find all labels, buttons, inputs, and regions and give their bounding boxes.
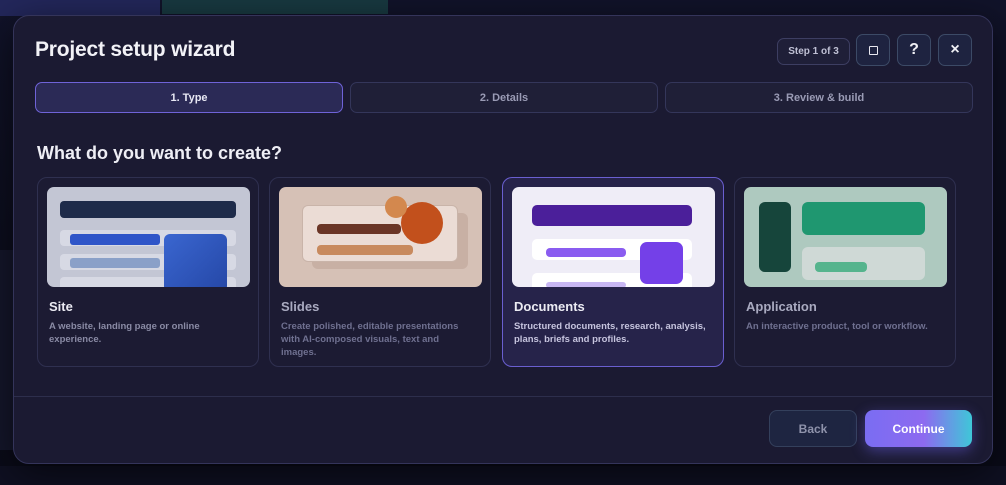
option-card-site[interactable]: Site A website, landing page or online e…	[37, 177, 259, 367]
background-strip	[0, 0, 160, 16]
maximize-button[interactable]	[856, 34, 890, 66]
option-card-slides[interactable]: Slides Create polished, editable present…	[269, 177, 491, 367]
option-title: Application	[746, 299, 817, 314]
section-heading: What do you want to create?	[37, 143, 283, 163]
option-card-documents[interactable]: Documents Structured documents, research…	[502, 177, 724, 367]
option-title: Slides	[281, 299, 320, 314]
footer-divider	[14, 396, 992, 397]
dialog-title: Project setup wizard	[35, 38, 236, 61]
background-panel	[0, 466, 1006, 485]
close-icon: ×	[950, 41, 960, 58]
step-tab-review-build[interactable]: 3. Review & build	[665, 82, 973, 113]
step-indicator: Step 1 of 3	[777, 38, 850, 65]
continue-button[interactable]: Continue	[865, 410, 972, 447]
option-title: Site	[49, 299, 73, 314]
back-button[interactable]: Back	[769, 410, 857, 447]
option-description: Structured documents, research, analysis…	[514, 321, 706, 345]
site-preview-illustration	[47, 187, 250, 287]
option-title: Documents	[514, 299, 585, 314]
square-icon	[868, 45, 878, 55]
option-description: A website, landing page or online experi…	[49, 321, 200, 345]
slides-preview-illustration	[279, 187, 482, 287]
wizard-stepper: 1. Type 2. Details 3. Review & build	[35, 82, 973, 113]
background-strip	[162, 0, 388, 14]
option-card-application[interactable]: Application An interactive product, tool…	[734, 177, 956, 367]
help-icon: ?	[909, 41, 919, 58]
close-button[interactable]: ×	[938, 34, 972, 66]
project-setup-dialog: Project setup wizard Step 1 of 3 ? × 1. …	[13, 15, 993, 464]
application-preview-illustration	[744, 187, 947, 287]
step-tab-type[interactable]: 1. Type	[35, 82, 343, 113]
option-description: An interactive product, tool or workflow…	[746, 321, 928, 332]
option-description: Create polished, editable presentations …	[281, 321, 459, 358]
documents-preview-illustration	[512, 187, 715, 287]
step-tab-details[interactable]: 2. Details	[350, 82, 658, 113]
help-button[interactable]: ?	[897, 34, 931, 66]
